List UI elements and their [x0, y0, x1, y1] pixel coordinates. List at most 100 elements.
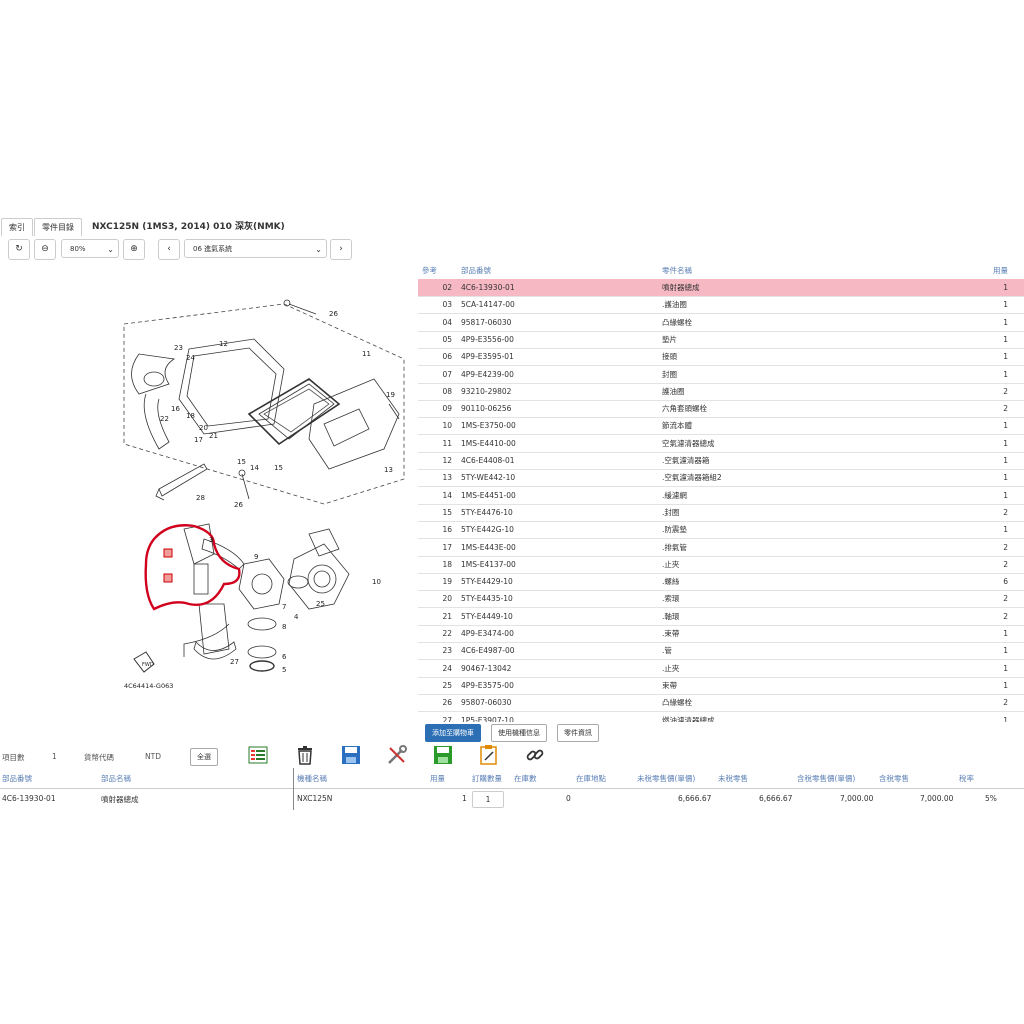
cart-header-tax: 稅率 [959, 774, 974, 783]
row-part-no: 90467-13042 [461, 663, 512, 673]
parts-table-row[interactable]: 14 1MS-E4451-00 .緩濾網 1 [418, 487, 1024, 505]
svg-text:3: 3 [209, 536, 213, 544]
exploded-parts-diagram[interactable]: 26 11 12 23 24 19 16 22 18 17 20 21 14 1… [84, 264, 414, 694]
parts-table-row[interactable]: 09 90110-06256 六角套頭螺栓 2 [418, 400, 1024, 419]
svg-text:15: 15 [274, 464, 283, 472]
parts-table-row[interactable]: 16 5TY-E442G-10 .防震墊 1 [418, 521, 1024, 540]
column-divider [293, 768, 294, 810]
parts-table-row[interactable]: 19 5TY-E4429-10 .螺絲 6 [418, 573, 1024, 592]
zoom-in-button[interactable]: ⊕ [123, 239, 145, 260]
row-ref: 22 [442, 629, 452, 638]
tools-icon[interactable] [386, 744, 408, 766]
prev-section-button[interactable]: ‹ [158, 239, 180, 260]
row-part-no: 5TY-E442G-10 [461, 525, 514, 535]
row-part-no: 90110-06256 [461, 404, 512, 414]
tab-index[interactable]: 索引 [1, 218, 33, 236]
header-part-no[interactable]: 部品番號 [461, 262, 491, 279]
parts-table-row[interactable]: 18 1MS-E4137-00 .止夾 2 [418, 556, 1024, 574]
usage-info-button[interactable]: 使用機種信息 [491, 724, 547, 742]
parts-table-row[interactable]: 23 4C6-E4987-00 .管 1 [418, 642, 1024, 661]
row-ref: 25 [442, 680, 452, 690]
item-count: 1 [52, 752, 57, 761]
parts-table-row[interactable]: 10 1MS-E3750-00 節流本體 1 [418, 417, 1024, 436]
parts-table-row[interactable]: 13 5TY-WE442-10 .空氣濾清器箱組2 1 [418, 469, 1024, 488]
order-qty-input[interactable]: 1 [472, 791, 504, 808]
save-icon[interactable] [340, 744, 362, 766]
svg-text:11: 11 [362, 350, 371, 358]
parts-table-row[interactable]: 26 95807-06030 凸緣螺栓 2 [418, 694, 1024, 713]
chevron-right-icon: › [339, 244, 343, 254]
row-ref: 06 [442, 352, 452, 362]
part-info-button[interactable]: 零件資訊 [557, 724, 599, 742]
add-to-cart-button[interactable]: 添加至購物車 [425, 724, 481, 742]
parts-table-row[interactable]: 25 4P9-E3575-00 束帶 1 [418, 677, 1024, 695]
section-select[interactable]: 06 進氣系統 ⌄ [184, 239, 327, 258]
parts-table-row[interactable]: 07 4P9-E4239-00 封圈 1 [418, 366, 1024, 384]
row-qty: 1 [1003, 438, 1008, 448]
header-ref[interactable]: 參考 [422, 262, 452, 279]
svg-text:9: 9 [254, 553, 258, 561]
save-green-icon[interactable] [432, 744, 454, 766]
page-title: NXC125N (1MS3, 2014) 010 深灰(NMK) [92, 222, 285, 232]
header-qty[interactable]: 用量 [993, 262, 1008, 279]
parts-table-row[interactable]: 22 4P9-E3474-00 .束帶 1 [418, 625, 1024, 643]
diagram-code: 4C64414-G063 [124, 682, 173, 690]
parts-table-row[interactable]: 03 5CA-14147-00 .護油圈 1 [418, 296, 1024, 315]
row-part-name: 墊片 [662, 334, 677, 344]
refresh-button[interactable]: ↻ [8, 239, 30, 260]
cart-tax: 5% [985, 794, 997, 803]
parts-table-row[interactable]: 02 4C6-13930-01 噴射器總成 1 [418, 279, 1024, 297]
row-part-no: 5TY-E4429-10 [461, 577, 513, 587]
cart-part-name: 噴射器總成 [101, 795, 139, 804]
cart-total-ex: 6,666.67 [759, 794, 793, 803]
item-count-label: 項目數 [2, 753, 25, 762]
row-part-no: 5CA-14147-00 [461, 300, 515, 310]
row-qty: 2 [1003, 542, 1008, 552]
row-ref: 07 [442, 369, 452, 379]
row-part-no: 4C6-13930-01 [461, 283, 515, 292]
zoom-in-icon: ⊕ [130, 244, 138, 254]
row-part-no: 1P5-E3907-10 [461, 715, 514, 723]
row-part-name: .空氣濾清器箱 [662, 456, 710, 465]
header-name[interactable]: 零件名稱 [662, 262, 692, 279]
row-part-name: .防震墊 [662, 525, 687, 535]
parts-table-row[interactable]: 04 95817-06030 凸緣螺栓 1 [418, 314, 1024, 332]
row-qty: 2 [1003, 698, 1008, 708]
row-qty: 1 [1003, 663, 1008, 673]
cart-header-price-ex: 未稅零售價(單價) [637, 774, 696, 783]
row-part-no: 4P9-E4239-00 [461, 369, 514, 379]
parts-table-row[interactable]: 11 1MS-E4410-00 空氣濾清器總成 1 [418, 435, 1024, 453]
parts-table-row[interactable]: 12 4C6-E4408-01 .空氣濾清器箱 1 [418, 452, 1024, 470]
row-qty: 1 [1003, 646, 1008, 656]
parts-table-row[interactable]: 17 1MS-E443E-00 .排氣管 2 [418, 539, 1024, 557]
zoom-select[interactable]: 80% ⌄ [61, 239, 119, 258]
zoom-out-button[interactable]: ⊖ [34, 239, 56, 260]
row-ref: 04 [442, 317, 452, 327]
row-part-name: 噴射器總成 [662, 283, 700, 292]
trash-icon[interactable] [294, 744, 316, 766]
parts-table-row[interactable]: 15 5TY-E4476-10 .封圈 2 [418, 504, 1024, 522]
parts-table-row[interactable]: 20 5TY-E4435-10 .索環 2 [418, 590, 1024, 609]
svg-text:20: 20 [199, 424, 208, 432]
parts-table-row[interactable]: 21 5TY-E4449-10 .軸環 2 [418, 608, 1024, 626]
svg-text:14: 14 [250, 464, 259, 472]
row-qty: 1 [1003, 680, 1008, 690]
parts-table: 參考 部品番號 零件名稱 用量 02 4C6-13930-01 噴射器總成 1 03 5C… [418, 262, 1024, 722]
svg-text:17: 17 [194, 436, 203, 444]
link-icon[interactable] [524, 744, 546, 766]
parts-table-row[interactable]: 06 4P9-E3595-01 接頭 1 [418, 348, 1024, 367]
row-ref: 23 [442, 646, 452, 656]
next-section-button[interactable]: › [330, 239, 352, 260]
tab-parts-catalog[interactable]: 零件目錄 [34, 218, 82, 236]
parts-table-row[interactable]: 08 93210-29802 護油圈 2 [418, 383, 1024, 401]
list-icon[interactable] [247, 744, 269, 766]
edit-icon[interactable] [478, 744, 500, 766]
diagram-toolbar: ↻ ⊖ 80% ⌄ ⊕ ‹ 06 進氣系統 ⌄ › [0, 237, 420, 263]
svg-text:27: 27 [230, 658, 239, 666]
row-part-name: 節流本體 [662, 421, 692, 431]
parts-table-row[interactable]: 27 1P5-E3907-10 燃油濾清器總成 1 [418, 712, 1024, 723]
parts-table-row[interactable]: 24 90467-13042 .止夾 1 [418, 660, 1024, 678]
parts-table-row[interactable]: 05 4P9-E3556-00 墊片 1 [418, 331, 1024, 349]
row-part-no: 95817-06030 [461, 317, 512, 327]
select-all-button[interactable]: 全選 [190, 748, 218, 766]
